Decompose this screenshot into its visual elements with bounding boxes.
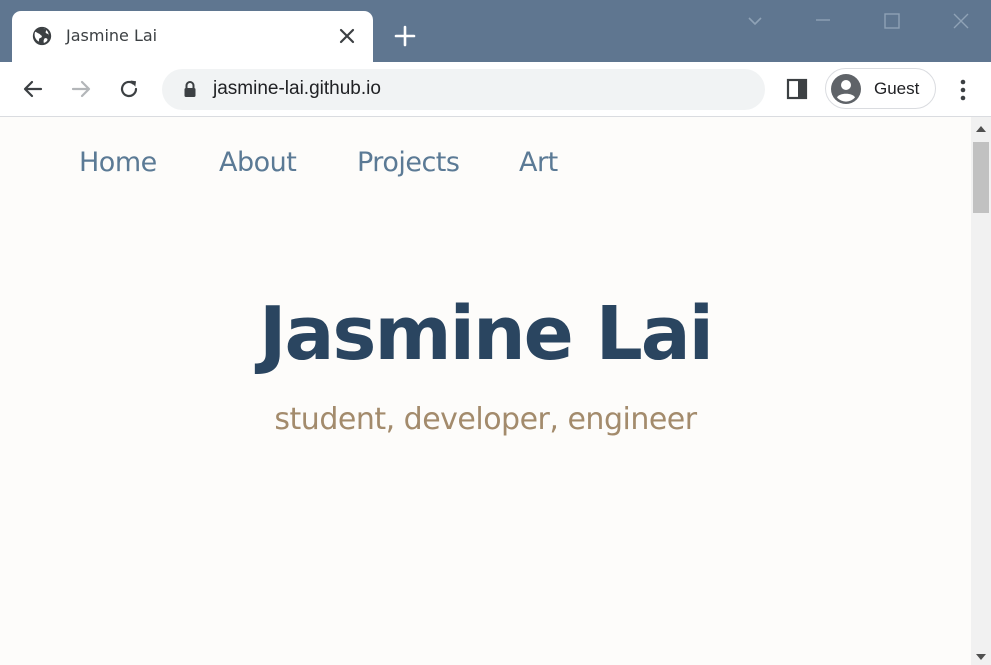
browser-toolbar: jasmine-lai.github.io Guest (0, 62, 991, 117)
new-tab-icon[interactable] (393, 24, 417, 48)
browser-tab[interactable]: Jasmine Lai (12, 11, 373, 62)
profile-button[interactable]: Guest (825, 68, 936, 109)
account-circle-icon (831, 74, 861, 104)
nav-link-art[interactable]: Art (519, 147, 558, 178)
url-text[interactable]: jasmine-lai.github.io (213, 78, 381, 100)
nav-link-about[interactable]: About (219, 147, 297, 178)
tab-search-icon[interactable] (742, 8, 768, 34)
globe-icon (32, 26, 52, 46)
tab-title: Jasmine Lai (66, 26, 158, 45)
address-bar[interactable]: jasmine-lai.github.io (162, 69, 765, 110)
close-window-icon[interactable] (948, 8, 974, 34)
nav-link-home[interactable]: Home (79, 147, 157, 178)
forward-arrow-icon[interactable] (67, 75, 95, 103)
back-arrow-icon[interactable] (19, 75, 47, 103)
reload-icon[interactable] (115, 75, 143, 103)
page-viewport: Home About Projects Art Jasmine Lai stud… (0, 117, 971, 665)
maximize-icon[interactable] (879, 8, 905, 34)
scroll-down-arrow-icon[interactable] (975, 653, 987, 661)
scroll-up-arrow-icon[interactable] (975, 125, 987, 133)
scrollbar-thumb[interactable] (973, 142, 989, 213)
profile-label: Guest (874, 79, 920, 98)
page-title: Jasmine Lai (258, 291, 714, 377)
close-tab-icon[interactable] (337, 26, 357, 46)
tab-strip: Jasmine Lai (0, 0, 991, 62)
nav-link-projects[interactable]: Projects (357, 147, 460, 178)
lock-icon[interactable] (182, 80, 198, 98)
minimize-icon[interactable] (810, 8, 836, 34)
more-menu-icon[interactable] (952, 78, 974, 102)
vertical-scrollbar[interactable] (971, 117, 991, 665)
side-panel-icon[interactable] (786, 78, 808, 100)
page-subtitle: student, developer, engineer (274, 402, 697, 437)
